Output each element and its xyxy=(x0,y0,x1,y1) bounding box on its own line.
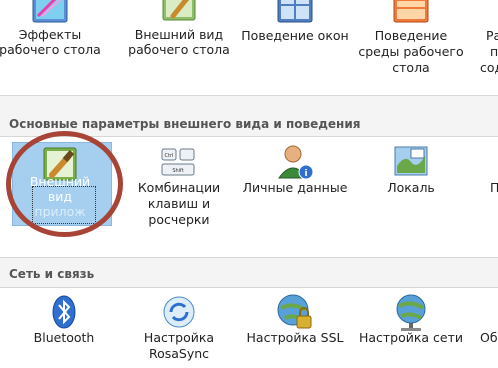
svg-text:Shift: Shift xyxy=(172,168,183,174)
tile-label: рабочего стола xyxy=(0,42,101,57)
tile-label: Настройка сети xyxy=(358,330,464,345)
workspace-appearance-icon xyxy=(162,0,196,21)
tile-label: стола xyxy=(392,60,430,75)
cut-tile-label[interactable]: Ра xyxy=(486,28,498,43)
tile-label: среды рабочего xyxy=(358,44,464,59)
workspace-behavior-icon xyxy=(393,0,429,23)
tile-bluetooth[interactable]: Bluetooth xyxy=(6,288,122,362)
tile-network[interactable]: Настройка сети xyxy=(353,288,469,362)
tile-label: Локаль xyxy=(387,180,435,195)
tile-label: Внешний вид xyxy=(134,27,224,42)
tile-label: рабочего стола xyxy=(128,42,230,57)
tile-label: Комбинации xyxy=(137,180,221,195)
tile-personal-info[interactable]: i Личные данные xyxy=(237,137,353,229)
tile-label: Поведение окон xyxy=(241,28,349,43)
tile-label: Настройка xyxy=(143,330,215,345)
window-behavior-icon xyxy=(277,0,313,23)
personal-info-icon: i xyxy=(278,145,314,180)
tile-label: RosaSync xyxy=(148,346,210,361)
tile-label: росчерки xyxy=(148,212,210,227)
tile-desktop-effects[interactable]: Эффекты рабочего стола xyxy=(0,0,108,90)
tile-label: Поведение xyxy=(374,28,448,43)
bluetooth-icon xyxy=(52,295,76,329)
ssl-lock-icon xyxy=(277,294,312,329)
network-globe-icon xyxy=(396,294,426,331)
shortcuts-icon: Ctrl Shift xyxy=(161,148,195,176)
locale-icon xyxy=(394,146,428,176)
svg-text:i: i xyxy=(304,169,307,179)
cut-tile-label[interactable]: сод xyxy=(480,60,498,75)
focus-rectangle xyxy=(32,186,96,224)
cut-tile-label[interactable]: Об xyxy=(480,330,498,345)
tile-workspace-behavior[interactable]: Поведение среды рабочего стола xyxy=(353,0,469,90)
tile-rosasync[interactable]: Настройка RosaSync xyxy=(121,288,237,362)
cut-tile-label[interactable]: П xyxy=(490,180,498,195)
tile-label: Личные данные xyxy=(242,180,348,195)
desktop-effects-icon xyxy=(32,0,68,23)
cut-tile-label[interactable]: п xyxy=(490,44,498,59)
tile-workspace-appearance[interactable]: Внешний вид рабочего стола xyxy=(121,0,237,90)
tile-shortcuts[interactable]: Ctrl Shift Комбинации клавиш и росчерки xyxy=(121,137,237,229)
tile-label: клавиш и xyxy=(147,196,211,211)
tile-ssl[interactable]: Настройка SSL xyxy=(237,288,353,362)
tile-window-behavior[interactable]: Поведение окон xyxy=(237,0,353,90)
rosasync-icon xyxy=(163,296,195,328)
tile-application-appearance[interactable]: Внешний вид прилож xyxy=(2,137,118,229)
tile-label: Настройка SSL xyxy=(246,330,344,345)
tile-label: Bluetooth xyxy=(33,330,95,345)
svg-text:Ctrl: Ctrl xyxy=(165,153,174,159)
tile-label: Эффекты xyxy=(18,27,82,42)
group-title-network: Сеть и связь xyxy=(9,267,95,281)
group-title-appearance: Основные параметры внешнего вида и повед… xyxy=(9,117,361,131)
tile-locale[interactable]: Локаль xyxy=(353,137,469,229)
